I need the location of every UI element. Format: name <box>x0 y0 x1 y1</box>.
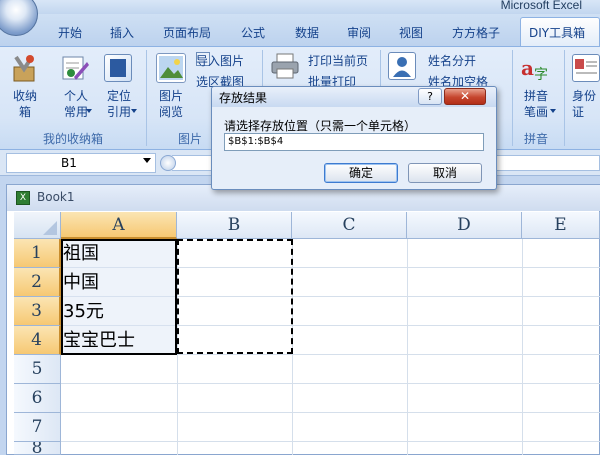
id-card-icon <box>572 54 600 82</box>
row-header-5[interactable]: 5 <box>14 355 61 384</box>
ok-button[interactable]: 确定 <box>324 163 398 183</box>
picture-icon <box>156 53 186 83</box>
picture-view-label2: 阅览 <box>158 105 183 119</box>
gridline <box>61 383 600 384</box>
svg-text:字: 字 <box>534 67 548 83</box>
locate-label1: 定位 <box>106 89 131 103</box>
group-label-favorites: 我的收纳箱 <box>42 132 103 146</box>
row-header-1[interactable]: 1 <box>14 239 61 268</box>
cancel-button[interactable]: 取消 <box>408 163 482 183</box>
name-box[interactable]: B1 <box>6 153 156 173</box>
row-header-2[interactable]: 2 <box>14 268 61 297</box>
collect-box-label2: 箱 <box>18 105 31 119</box>
personal-common-button[interactable]: 个人 常用 <box>56 88 96 120</box>
picture-view-label1: 图片 <box>158 89 183 103</box>
chevron-down-icon[interactable] <box>131 109 137 113</box>
pencil-note-icon <box>60 53 90 83</box>
tab-diy-toolbox[interactable]: DIY工具箱 <box>520 17 600 46</box>
pinyin-label1: 拼音 <box>523 89 548 103</box>
cell-A2[interactable]: 中国 <box>63 269 99 297</box>
gridline <box>61 412 600 413</box>
chevron-down-icon[interactable] <box>143 158 151 163</box>
column-header-B[interactable]: B <box>177 212 292 239</box>
collect-box-label1: 收纳 <box>12 89 37 103</box>
id-card-label2: 证 <box>572 105 585 119</box>
cell-A4[interactable]: 宝宝巴士 <box>63 327 135 355</box>
group-divider <box>512 50 513 146</box>
chevron-down-icon[interactable] <box>550 109 556 113</box>
copy-marquee-B1-B4 <box>177 239 293 354</box>
group-divider <box>564 50 565 146</box>
pinyin-icon: a字 <box>520 53 550 83</box>
close-button[interactable]: ✕ <box>444 88 486 105</box>
gridline <box>522 239 523 455</box>
locate-reference-button[interactable]: 定位 引用 <box>100 88 138 120</box>
name-split-button[interactable]: 姓名分开 <box>428 52 476 69</box>
app-title: Microsoft Excel <box>500 0 582 12</box>
row-header-3[interactable]: 3 <box>14 297 61 326</box>
column-header-A[interactable]: A <box>61 212 177 239</box>
column-header-C[interactable]: C <box>292 212 407 239</box>
gridline <box>61 441 600 442</box>
tab-review[interactable]: 审阅 <box>347 24 371 41</box>
locate-icon <box>104 54 132 82</box>
dialog-prompt: 请选择存放位置（只需一个单元格） <box>224 119 417 133</box>
row-header-4[interactable]: 4 <box>14 326 61 355</box>
workbook-title: Book1 <box>37 190 75 204</box>
store-result-dialog: 存放结果 ? ✕ 请选择存放位置（只需一个单元格） $B$1:$B$4 确定 取… <box>211 86 497 190</box>
pinyin-stroke-button[interactable]: 拼音 笔画 <box>516 88 556 120</box>
tab-formulas[interactable]: 公式 <box>241 24 265 41</box>
column-header-E[interactable]: E <box>522 212 600 239</box>
person-card-icon <box>388 52 416 80</box>
svg-text:a: a <box>521 56 534 80</box>
cell-A1[interactable]: 祖国 <box>63 240 99 268</box>
gridline <box>407 239 408 455</box>
row-header-6[interactable]: 6 <box>14 384 61 413</box>
group-label-picture: 图片 <box>177 132 202 146</box>
group-label-pinyin: 拼音 <box>523 132 548 146</box>
tab-fangfang[interactable]: 方方格子 <box>452 24 500 41</box>
personal-label1: 个人 <box>63 89 88 103</box>
chevron-down-icon[interactable] <box>86 109 92 113</box>
cell-A3[interactable]: 35元 <box>63 298 104 326</box>
select-all-corner[interactable] <box>14 212 61 239</box>
tab-data[interactable]: 数据 <box>295 24 319 41</box>
tab-diy-label: DIY工具箱 <box>529 26 586 40</box>
row-header-7[interactable]: 7 <box>14 413 61 442</box>
print-current-page-button[interactable]: 打印当前页 <box>308 52 368 69</box>
group-divider <box>146 50 147 146</box>
dialog-title: 存放结果 <box>219 91 268 105</box>
tab-view[interactable]: 视图 <box>399 24 423 41</box>
row-header-8[interactable]: 8 <box>14 442 61 455</box>
range-input[interactable]: $B$1:$B$4 <box>224 133 484 151</box>
printer-icon <box>270 53 300 79</box>
tab-home[interactable]: 开始 <box>58 24 82 41</box>
excel-icon: X <box>16 191 30 205</box>
column-header-D[interactable]: D <box>407 212 522 239</box>
name-box-value: B1 <box>61 156 77 170</box>
worksheet-grid[interactable]: A B C D E 1 2 3 4 5 6 7 8 祖国 中国 35元 宝宝巴士 <box>14 212 600 455</box>
help-button[interactable]: ? <box>418 88 442 105</box>
tab-insert[interactable]: 插入 <box>110 24 134 41</box>
formula-bar-resize-icon[interactable] <box>160 155 176 171</box>
tab-page-layout[interactable]: 页面布局 <box>163 24 211 41</box>
id-card-label1: 身份 <box>572 89 597 103</box>
collect-box-button[interactable]: 收纳箱 <box>6 88 44 120</box>
picture-view-button[interactable]: 图片 阅览 <box>152 88 190 120</box>
id-card-button[interactable]: 身份证 <box>572 88 600 120</box>
tools-icon <box>10 53 38 83</box>
import-picture-button[interactable]: 导入图片 <box>196 52 244 69</box>
